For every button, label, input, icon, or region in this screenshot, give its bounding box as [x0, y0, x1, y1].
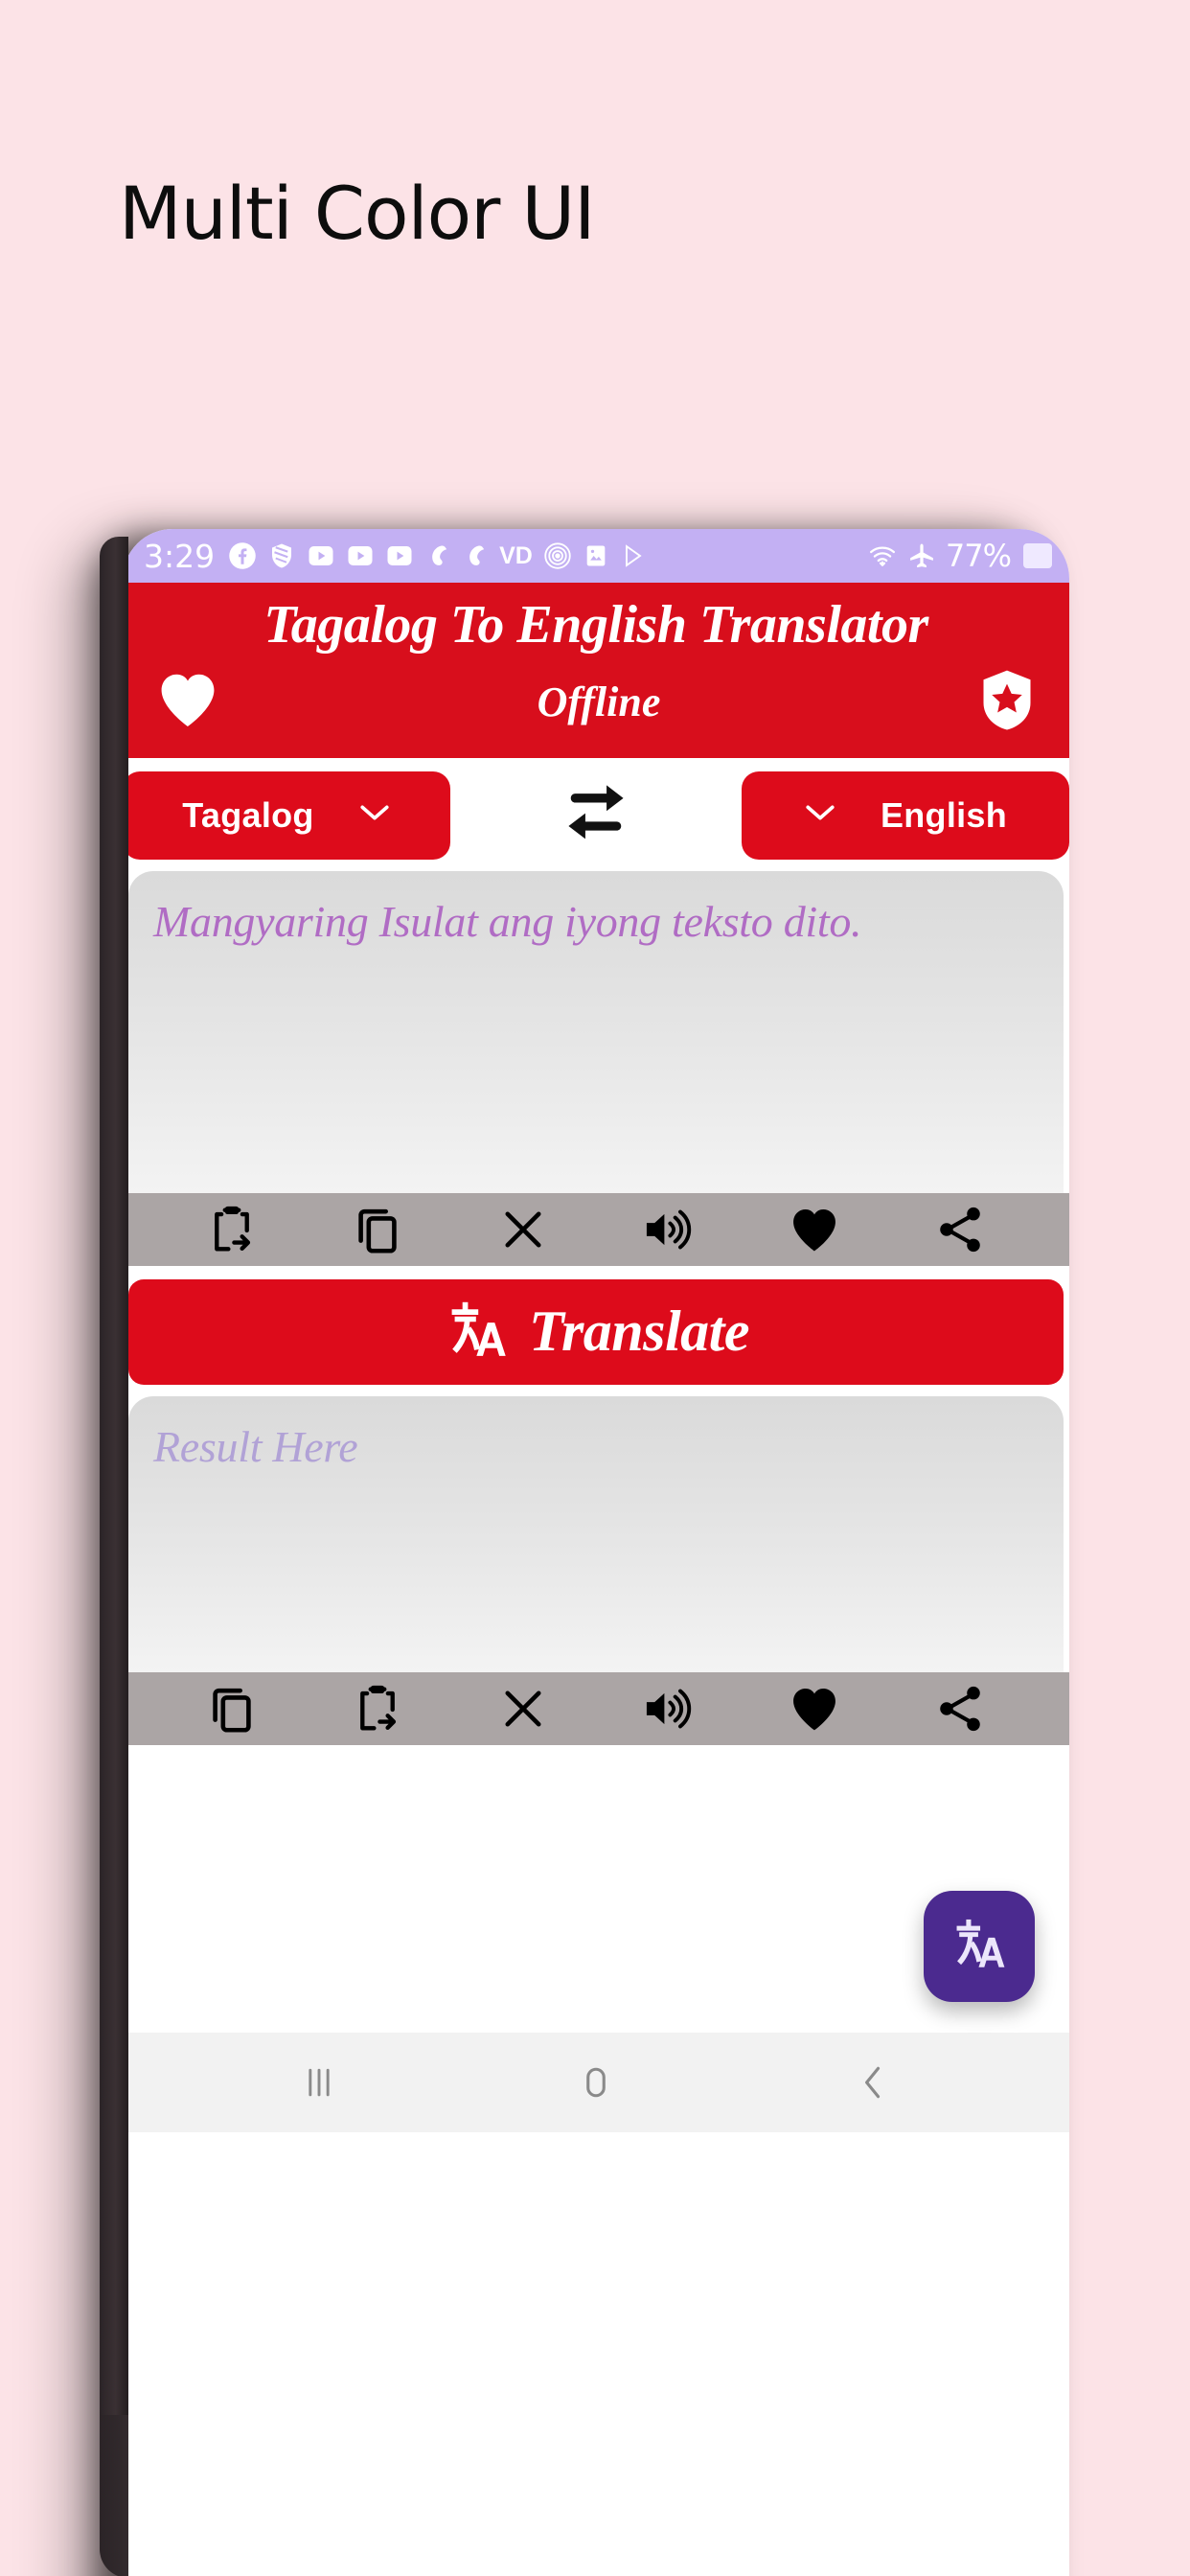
play-store-icon — [620, 541, 647, 570]
translate-icon — [443, 1295, 512, 1368]
status-bar-battery-percent: 77% — [945, 538, 1012, 574]
home-icon[interactable] — [543, 2049, 649, 2116]
share-icon[interactable] — [925, 1200, 995, 1259]
shield-star-icon[interactable] — [973, 663, 1041, 741]
swap-languages-button[interactable] — [546, 779, 646, 851]
battery-icon — [1023, 543, 1052, 568]
swoosh-icon — [462, 541, 489, 570]
language-selector-row: Tagalog English — [123, 757, 1069, 871]
phone-bezel — [100, 537, 128, 2576]
recents-icon[interactable] — [266, 2049, 372, 2116]
chevron-down-icon — [358, 802, 391, 828]
youtube-icon — [346, 541, 375, 570]
source-language-label: Tagalog — [182, 794, 314, 835]
page-title: Multi Color UI — [119, 171, 596, 256]
facebook-icon — [228, 541, 257, 570]
translate-fab-button[interactable] — [924, 1890, 1035, 2002]
gallery-icon — [583, 541, 609, 570]
youtube-icon — [307, 541, 335, 570]
heart-icon[interactable] — [151, 666, 224, 738]
status-bar-time: 3:29 — [144, 537, 216, 575]
airplane-mode-icon — [907, 541, 936, 570]
swoosh-icon — [424, 541, 451, 570]
fingerprint-icon — [543, 541, 572, 570]
shield-heart-icon — [267, 541, 296, 570]
system-navigation-bar — [123, 2032, 1069, 2132]
target-language-button[interactable]: English — [742, 770, 1069, 860]
translate-icon — [949, 1913, 1010, 1979]
clear-icon[interactable] — [488, 1200, 559, 1259]
youtube-icon — [385, 541, 414, 570]
share-icon[interactable] — [925, 1679, 995, 1738]
paste-icon[interactable] — [196, 1200, 267, 1259]
paste-icon[interactable] — [342, 1679, 413, 1738]
copy-icon[interactable] — [196, 1679, 267, 1738]
translate-button-label: Translate — [529, 1300, 749, 1364]
app-title: Tagalog To English Translator — [263, 595, 928, 655]
speak-icon[interactable] — [633, 1200, 704, 1259]
result-text-placeholder: Result Here — [153, 1421, 358, 1471]
app-header: Tagalog To English Translator Offline — [123, 583, 1069, 758]
swap-arrows-icon — [558, 779, 634, 851]
status-bar-system-icons: 77% — [867, 538, 1052, 574]
result-text-toolbar — [123, 1671, 1069, 1745]
favorite-icon[interactable] — [779, 1679, 850, 1738]
app-content-area — [123, 1744, 1069, 2033]
target-language-label: English — [880, 794, 1008, 835]
source-text-placeholder: Mangyaring Isulat ang iyong teksto dito. — [153, 896, 862, 946]
wifi-icon — [867, 541, 898, 570]
source-text-input[interactable]: Mangyaring Isulat ang iyong teksto dito. — [128, 870, 1064, 1193]
source-text-toolbar — [123, 1192, 1069, 1266]
favorite-icon[interactable] — [779, 1200, 850, 1259]
back-icon[interactable] — [820, 2049, 926, 2116]
translate-button[interactable]: Translate — [128, 1278, 1064, 1385]
phone-mockup: 3:29 VD 77% Tagalog To English Translato… — [123, 529, 1069, 2576]
app-subtitle: Offline — [537, 678, 661, 725]
copy-icon[interactable] — [342, 1200, 413, 1259]
app-header-row: Offline — [138, 663, 1054, 741]
chevron-down-icon — [804, 802, 836, 828]
status-bar-notification-icons: VD — [228, 541, 867, 570]
speak-icon[interactable] — [633, 1679, 704, 1738]
source-language-button[interactable]: Tagalog — [123, 770, 450, 860]
status-bar: 3:29 VD 77% — [123, 529, 1069, 583]
vd-icon-label: VD — [499, 541, 533, 569]
result-text-output[interactable]: Result Here — [128, 1395, 1064, 1672]
clear-icon[interactable] — [488, 1679, 559, 1738]
vd-icon: VD — [499, 541, 533, 569]
